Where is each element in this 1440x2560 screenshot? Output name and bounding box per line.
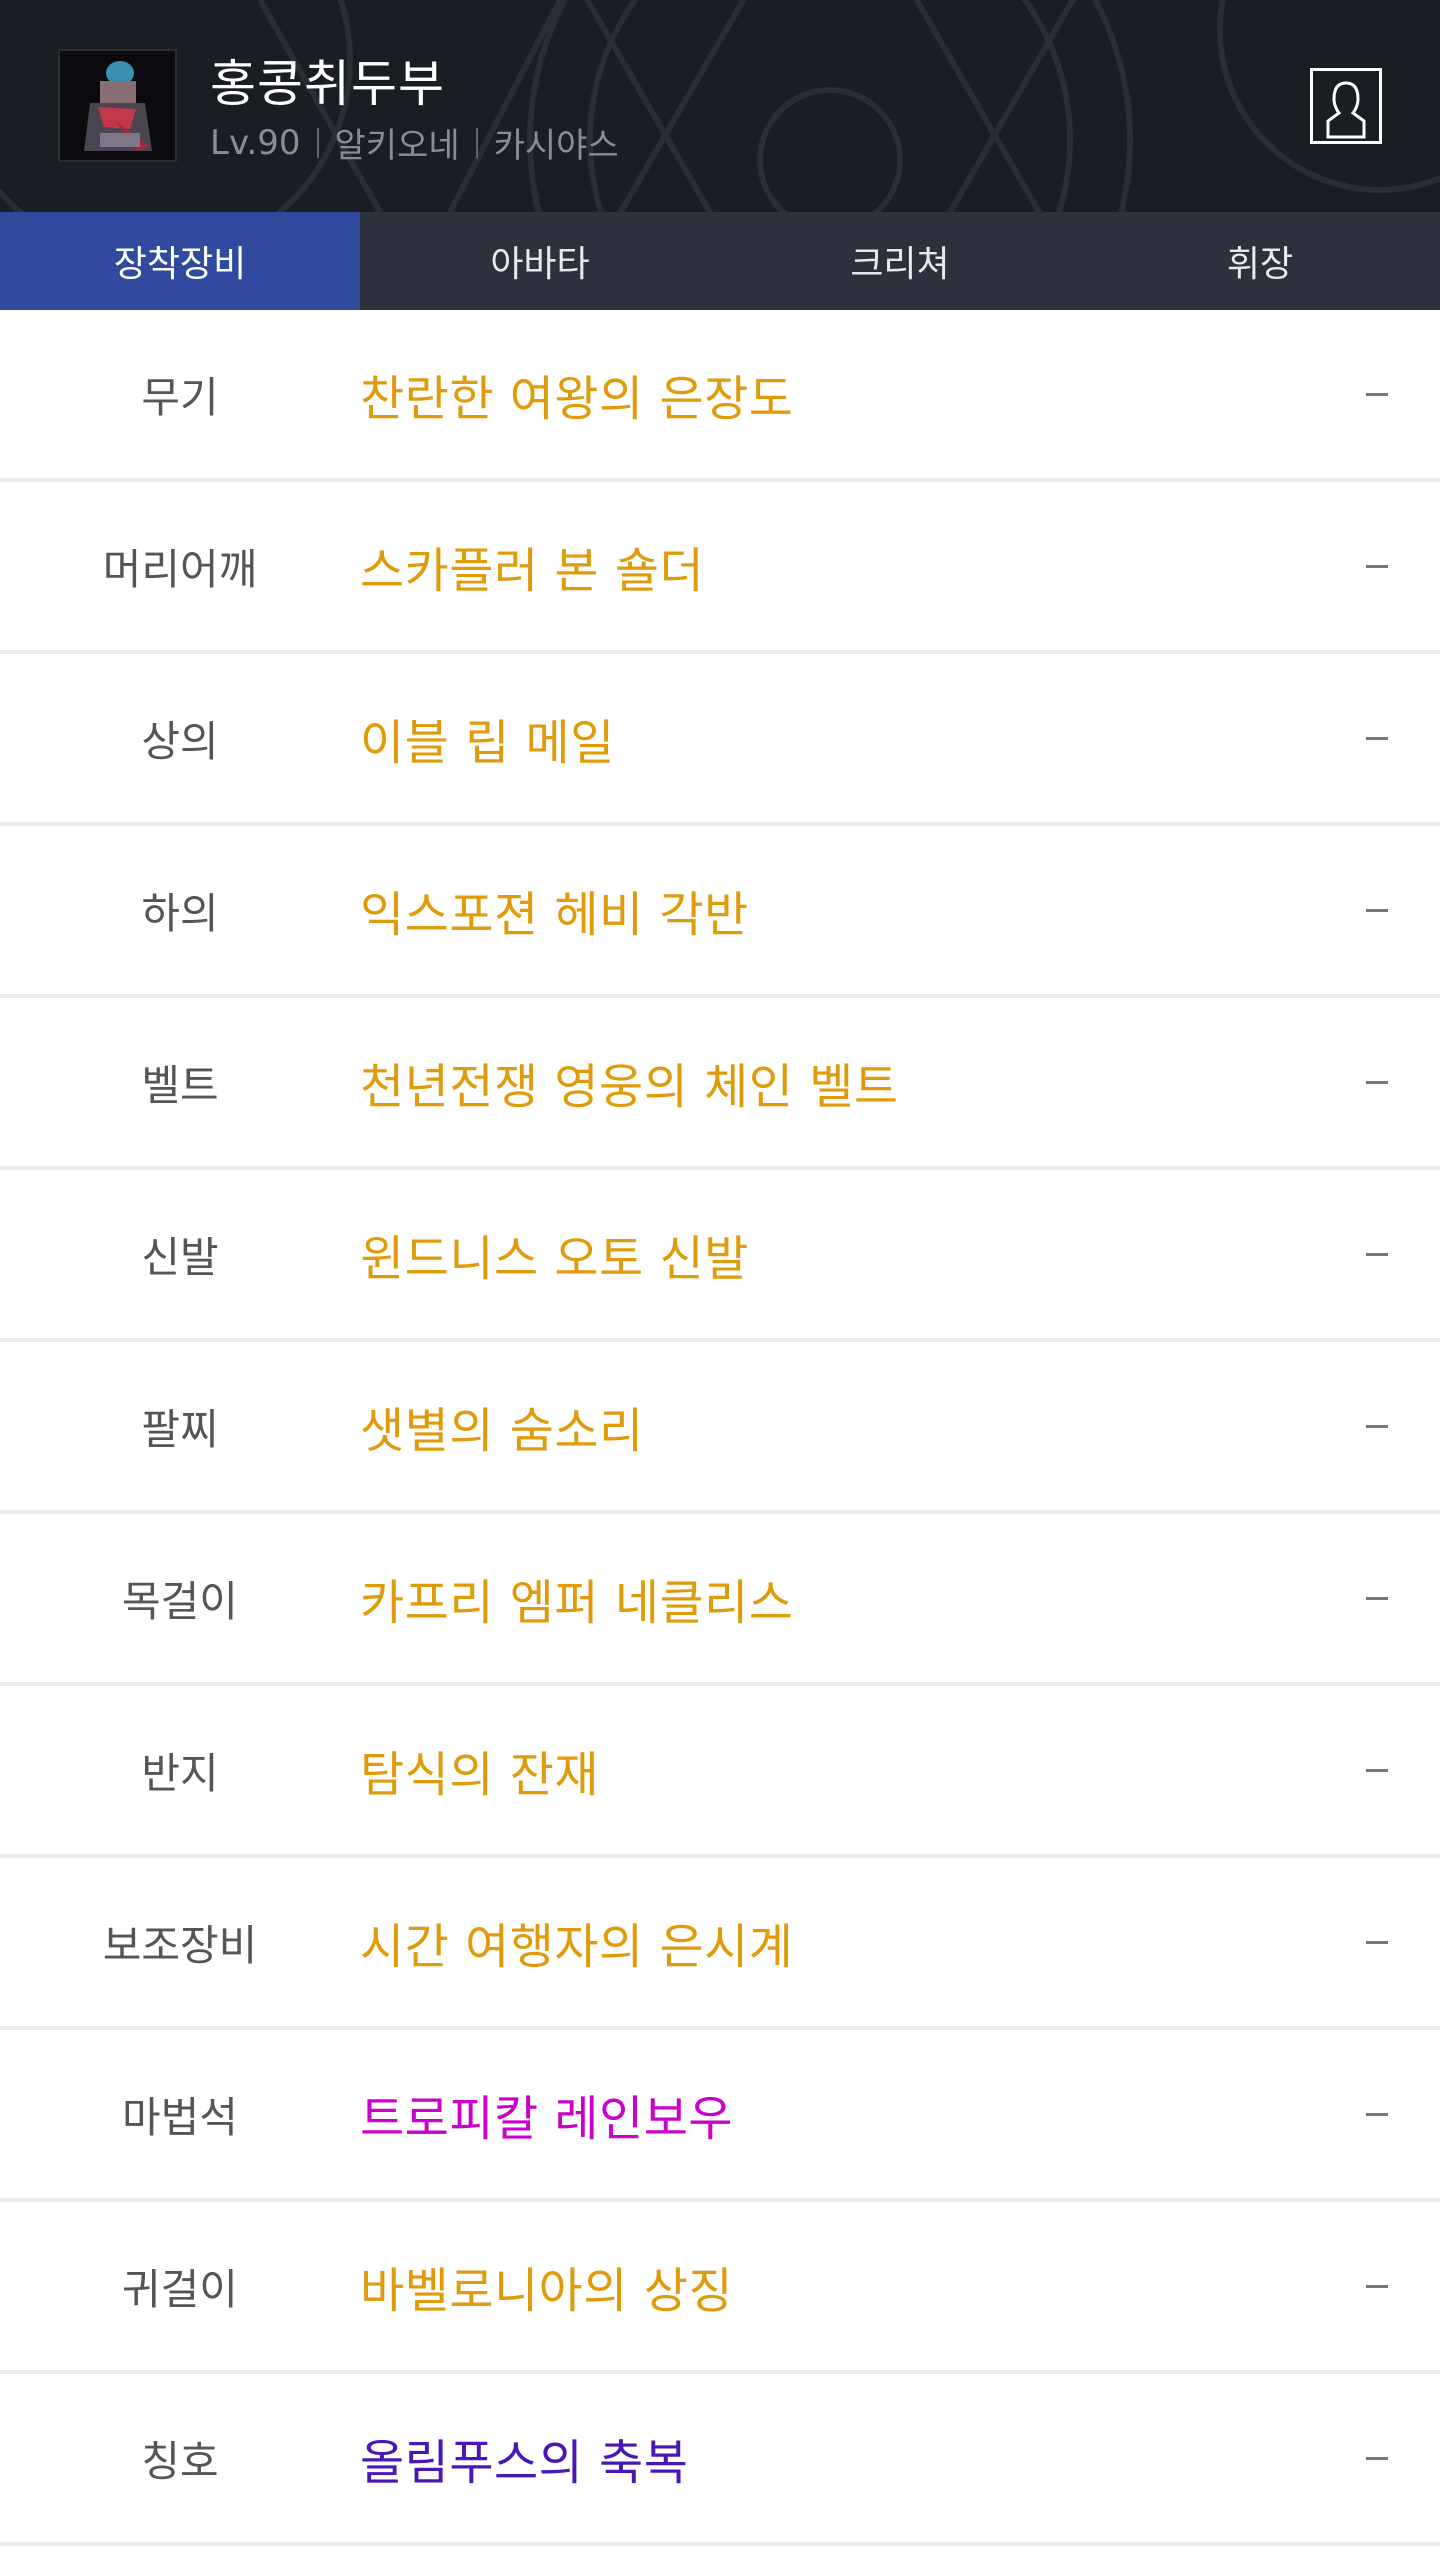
item-name[interactable]: 스카플러 본 숄더: [360, 531, 704, 601]
meta-divider: [316, 127, 319, 158]
character-server: 카시야스: [493, 126, 619, 166]
slot-label: 귀걸이: [122, 2264, 238, 2314]
slot-label: 하의: [141, 888, 219, 938]
item-name[interactable]: 이블 립 메일: [360, 703, 615, 773]
tab-equipment[interactable]: 장착장비: [0, 212, 360, 310]
value-dash: [1366, 737, 1388, 740]
value-dash: [1366, 1081, 1388, 1084]
equipment-row[interactable]: 팔찌 샛별의 숨소리: [0, 1342, 1440, 1514]
slot-label: 보조장비: [102, 1920, 258, 1970]
item-name[interactable]: 익스포젼 헤비 각반: [360, 875, 749, 945]
item-name[interactable]: 탐식의 잔재: [360, 1735, 599, 1805]
equipment-row[interactable]: 칭호 올림푸스의 축복: [0, 2374, 1440, 2546]
item-name[interactable]: 샛별의 숨소리: [360, 1391, 644, 1461]
equipment-row[interactable]: 신발 윈드니스 오토 신발: [0, 1170, 1440, 1342]
character-name: 홍콩취두부: [210, 55, 445, 113]
value-dash: [1366, 1597, 1388, 1600]
equipment-row[interactable]: 머리어깨 스카플러 본 숄더: [0, 482, 1440, 654]
slot-label: 머리어깨: [102, 544, 258, 594]
value-dash: [1366, 393, 1388, 396]
value-dash: [1366, 909, 1388, 912]
equipment-row[interactable]: 상의 이블 립 메일: [0, 654, 1440, 826]
slot-label: 팔찌: [141, 1404, 219, 1454]
item-name[interactable]: 바벨로니아의 상징: [360, 2251, 733, 2321]
value-dash: [1366, 1769, 1388, 1772]
equipment-row[interactable]: 무기 찬란한 여왕의 은장도: [0, 310, 1440, 482]
item-name[interactable]: 트로피칼 레인보우: [360, 2079, 733, 2149]
slot-label: 신발: [141, 1232, 219, 1282]
value-dash: [1366, 1941, 1388, 1944]
item-name[interactable]: 윈드니스 오토 신발: [360, 1219, 749, 1289]
value-dash: [1366, 2457, 1388, 2460]
value-dash: [1366, 2285, 1388, 2288]
equipment-row[interactable]: 보조장비 시간 여행자의 은시계: [0, 1858, 1440, 2030]
value-dash: [1366, 1425, 1388, 1428]
slot-label: 마법석: [122, 2092, 238, 2142]
slot-label: 목걸이: [122, 1576, 238, 1626]
slot-label: 무기: [141, 372, 219, 422]
tab-avatar[interactable]: 아바타: [360, 212, 720, 310]
item-name[interactable]: 시간 여행자의 은시계: [360, 1907, 793, 1977]
value-dash: [1366, 2113, 1388, 2116]
character-job: 알키오네: [334, 126, 460, 166]
value-dash: [1366, 565, 1388, 568]
profile-button[interactable]: [1310, 68, 1382, 144]
tab-insignia[interactable]: 휘장: [1080, 212, 1440, 310]
user-profile-icon: [1326, 81, 1366, 139]
character-avatar: [58, 49, 177, 162]
meta-divider: [475, 127, 478, 158]
slot-label: 상의: [141, 716, 219, 766]
equipment-row[interactable]: 반지 탐식의 잔재: [0, 1686, 1440, 1858]
slot-label: 칭호: [141, 2436, 219, 2486]
slot-label: 벨트: [141, 1060, 219, 1110]
equipment-list: 무기 찬란한 여왕의 은장도 머리어깨 스카플러 본 숄더 상의 이블 립 메일…: [0, 310, 1440, 2546]
item-name[interactable]: 천년전쟁 영웅의 체인 벨트: [360, 1047, 899, 1117]
item-name[interactable]: 올림푸스의 축복: [360, 2423, 688, 2493]
character-meta: Lv.90 알키오네 카시야스: [210, 118, 619, 167]
equipment-row[interactable]: 마법석 트로피칼 레인보우: [0, 2030, 1440, 2202]
value-dash: [1366, 1253, 1388, 1256]
equipment-row[interactable]: 하의 익스포젼 헤비 각반: [0, 826, 1440, 998]
tab-bar: 장착장비 아바타 크리쳐 휘장: [0, 212, 1440, 310]
character-header: 홍콩취두부 Lv.90 알키오네 카시야스: [0, 0, 1440, 212]
character-level: Lv.90: [210, 122, 301, 163]
equipment-row[interactable]: 귀걸이 바벨로니아의 상징: [0, 2202, 1440, 2374]
item-name[interactable]: 카프리 엠퍼 네클리스: [360, 1563, 793, 1633]
tab-creature[interactable]: 크리쳐: [720, 212, 1080, 310]
equipment-row[interactable]: 목걸이 카프리 엠퍼 네클리스: [0, 1514, 1440, 1686]
equipment-row[interactable]: 벨트 천년전쟁 영웅의 체인 벨트: [0, 998, 1440, 1170]
slot-label: 반지: [141, 1748, 219, 1798]
item-name[interactable]: 찬란한 여왕의 은장도: [360, 359, 793, 429]
